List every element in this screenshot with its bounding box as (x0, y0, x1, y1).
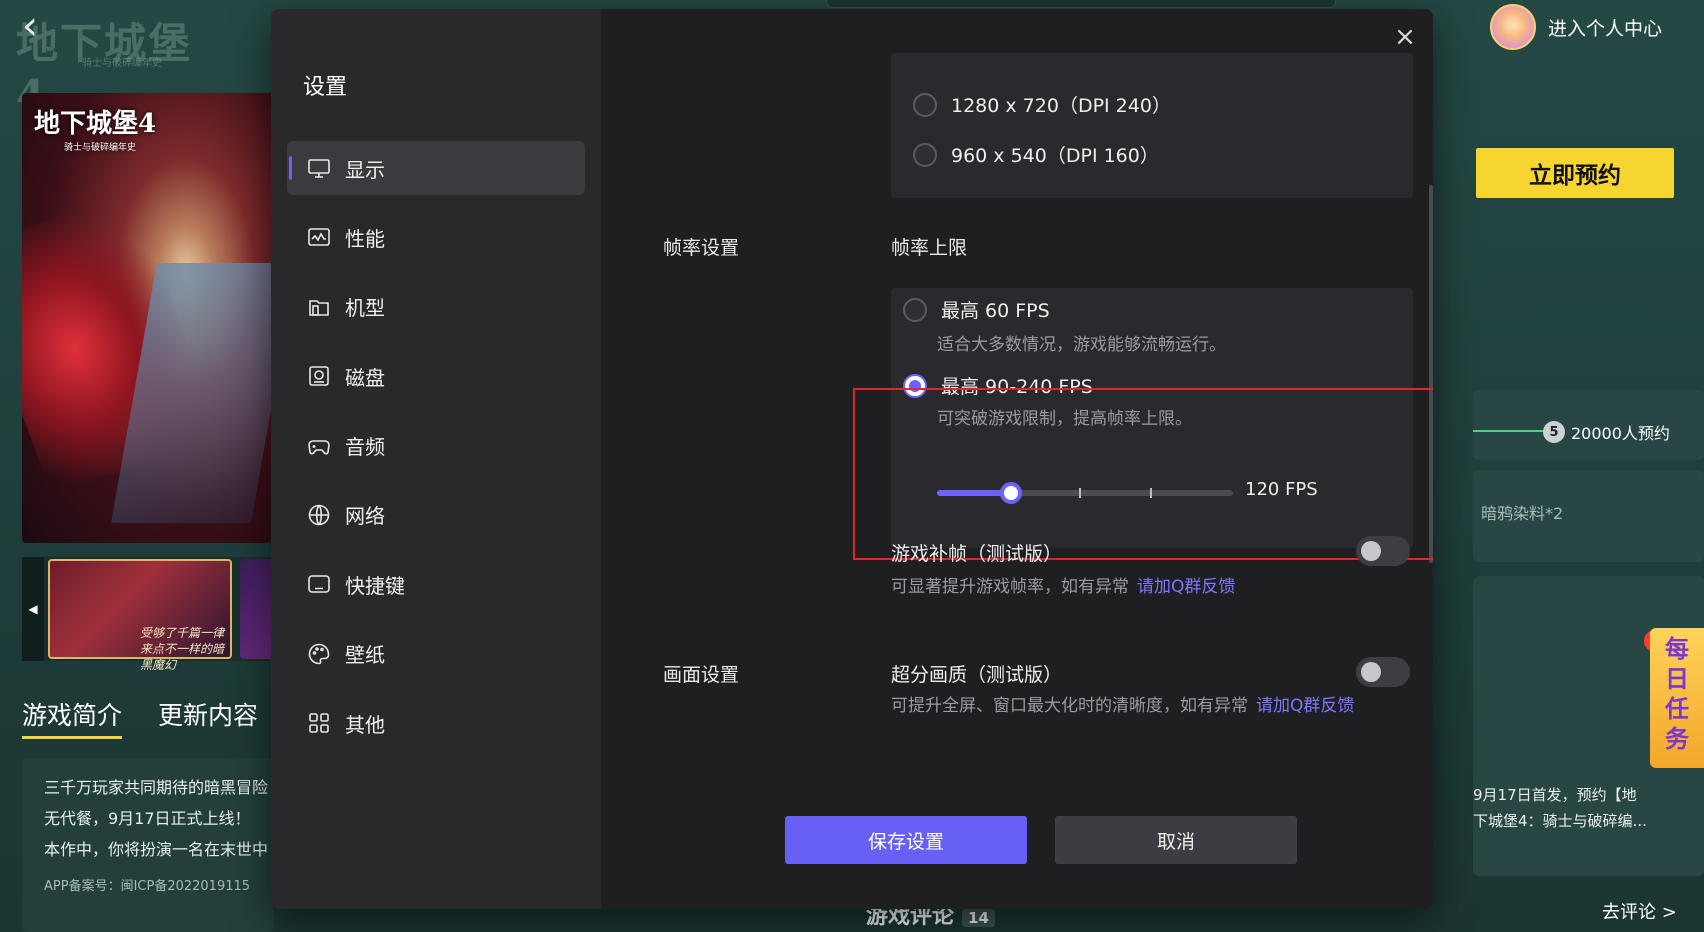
sidebar-item-disk[interactable]: 磁盘 (287, 349, 585, 403)
news-snippet[interactable]: 9月17日首发，预约【地 下城堡4：骑士与破碎编... (1473, 782, 1647, 834)
frame-interpolation-desc: 可显著提升游戏帧率，如有异常 请加Q群反馈 (891, 572, 1235, 597)
settings-nav: 显示 性能 机型 磁盘 音频 网络 快捷键 壁纸 其他 (287, 141, 585, 766)
palette-icon (307, 642, 331, 666)
avatar[interactable] (1490, 4, 1536, 50)
settings-sidebar: 设置 显示 性能 机型 磁盘 音频 网络 快捷键 壁纸 其他 (271, 9, 601, 909)
sidebar-item-wallpaper[interactable]: 壁纸 (287, 627, 585, 681)
feedback-link[interactable]: 请加Q群反馈 (1137, 577, 1235, 597)
sidebar-item-label: 机型 (345, 296, 385, 321)
sidebar-item-label: 快捷键 (345, 573, 405, 598)
sidebar-item-performance[interactable]: 性能 (287, 210, 585, 264)
close-icon[interactable]: × (1389, 21, 1421, 53)
highlight-annotation (853, 388, 1433, 560)
thumbnail-prev-icon[interactable]: ◀ (22, 557, 44, 661)
sidebar-item-network[interactable]: 网络 (287, 488, 585, 542)
keyboard-icon (307, 572, 331, 596)
sidebar-item-label: 性能 (345, 226, 385, 251)
reserve-button[interactable]: 立即预约 (1476, 148, 1674, 198)
resolution-option-label: 960 x 540（DPI 160） (951, 145, 1159, 167)
daily-task-label: 每日任务 (1665, 635, 1689, 753)
save-settings-button[interactable]: 保存设置 (785, 816, 1027, 864)
daily-task-badge[interactable]: 每日任务 (1650, 628, 1704, 768)
resolution-option-960[interactable]: 960 x 540（DPI 160） (913, 141, 1159, 168)
frame-interpolation-desc-text: 可显著提升游戏帧率，如有异常 (891, 577, 1129, 597)
description-line: 无代餐，9月17日正式上线！ (44, 809, 251, 828)
sidebar-item-label: 网络 (345, 504, 385, 529)
tab-intro[interactable]: 游戏简介 (22, 696, 123, 739)
fps-option-label: 最高 60 FPS (941, 300, 1050, 322)
sidebar-item-audio[interactable]: 音频 (287, 419, 585, 473)
globe-icon (307, 503, 331, 527)
milestone-label: 20000人预约 (1571, 424, 1670, 443)
fps-option-60[interactable]: 最高 60 FPS (903, 296, 1050, 323)
frame-rate-section-label: 帧率设置 (663, 237, 740, 259)
user-center[interactable]: 进入个人中心 (1490, 4, 1662, 50)
user-center-label: 进入个人中心 (1548, 17, 1663, 40)
grid-icon (307, 711, 331, 735)
sidebar-item-display[interactable]: 显示 (287, 141, 585, 195)
news-line: 9月17日首发，预约【地 (1473, 786, 1637, 804)
top-search-bar[interactable] (826, 0, 1336, 8)
resolution-option-1280[interactable]: 1280 x 720（DPI 240） (913, 91, 1171, 118)
sidebar-item-shortcuts[interactable]: 快捷键 (287, 557, 585, 611)
reserve-progress-line (1473, 430, 1543, 432)
settings-dialog: 设置 显示 性能 机型 磁盘 音频 网络 快捷键 壁纸 其他 × 1280 x … (271, 9, 1433, 909)
super-resolution-desc-text: 可提升全屏、窗口最大化时的清晰度，如有异常 (891, 696, 1248, 716)
milestone-number: 5 (1543, 421, 1565, 443)
feedback-link[interactable]: 请加Q群反馈 (1256, 696, 1354, 716)
description-line: 本作中，你将扮演一名在末世中 (44, 840, 269, 859)
thumbnail-caption: 受够了千篇一律 来点不一样的暗黑魔幻 (140, 626, 225, 672)
radio-button[interactable] (903, 297, 927, 322)
hero-title: 地下城堡4 骑士与破碎编年史 (34, 103, 156, 153)
news-line: 下城堡4：骑士与破碎编... (1473, 812, 1647, 830)
hero-image: 地下城堡4 骑士与破碎编年史 (22, 93, 274, 543)
tab-updates[interactable]: 更新内容 (158, 696, 258, 739)
game-description: 三千万玩家共同期待的暗黑冒险 无代餐，9月17日正式上线！ 本作中，你将扮演一名… (22, 758, 274, 932)
game-tabs: 游戏简介 更新内容 (22, 696, 258, 739)
super-resolution-desc: 可提升全屏、窗口最大化时的清晰度，如有异常 请加Q群反馈 (891, 691, 1354, 716)
resolution-option-label: 1280 x 720（DPI 240） (951, 95, 1171, 117)
settings-title: 设置 (303, 75, 348, 100)
sidebar-item-other[interactable]: 其他 (287, 696, 585, 750)
icp-record: APP备案号：闽ICP备2022019115 (44, 879, 251, 894)
hero-subtitle: 骑士与破碎编年史 (64, 143, 137, 153)
super-resolution-title: 超分画质（测试版） (891, 664, 1063, 686)
back-arrow-icon[interactable]: ‹ (22, 6, 38, 46)
hero-title-text: 地下城堡4 (34, 109, 157, 139)
fps-option-desc: 适合大多数情况，游戏能够流畅运行。 (937, 335, 1226, 355)
screenshot-thumbnails: ◀ 受够了千篇一律 来点不一样的暗黑魔幻 (22, 557, 274, 672)
device-model-icon (307, 295, 331, 319)
radio-button[interactable] (913, 92, 937, 117)
go-comment-link[interactable]: 去评论 > (1602, 898, 1677, 924)
cancel-button[interactable]: 取消 (1055, 816, 1297, 864)
display-section-label: 画面设置 (663, 664, 740, 686)
sidebar-item-device-model[interactable]: 机型 (287, 280, 585, 334)
monitor-icon (307, 156, 331, 180)
frame-interpolation-toggle[interactable] (1356, 536, 1410, 566)
reserve-milestone: 5 20000人预约 (1543, 420, 1670, 444)
sidebar-item-label: 其他 (345, 712, 385, 737)
resolution-options-panel: 1280 x 720（DPI 240） 960 x 540（DPI 160） (891, 53, 1413, 198)
sidebar-item-label: 壁纸 (345, 643, 385, 668)
frame-limit-label: 帧率上限 (891, 237, 968, 259)
disk-icon (307, 364, 331, 388)
radio-button[interactable] (913, 142, 937, 167)
thumbnail-1[interactable]: 受够了千篇一律 来点不一样的暗黑魔幻 (48, 559, 232, 672)
sidebar-item-label: 磁盘 (345, 365, 385, 390)
logo-subtitle: 骑士与破碎编年史 (82, 58, 162, 69)
settings-content: × 1280 x 720（DPI 240） 960 x 540（DPI 160）… (601, 9, 1433, 909)
sidebar-item-label: 显示 (345, 157, 385, 182)
thumbnail-2[interactable] (240, 559, 274, 659)
comments-count: 14 (962, 909, 995, 927)
frame-interpolation-title: 游戏补帧（测试版） (891, 543, 1063, 565)
super-resolution-toggle[interactable] (1356, 657, 1410, 687)
description-line: 三千万玩家共同期待的暗黑冒险 (44, 778, 269, 797)
reward-text: 暗鸦染料*2 (1481, 504, 1564, 523)
performance-icon (307, 225, 331, 249)
sidebar-item-label: 音频 (345, 435, 385, 460)
gamepad-icon (307, 434, 331, 458)
